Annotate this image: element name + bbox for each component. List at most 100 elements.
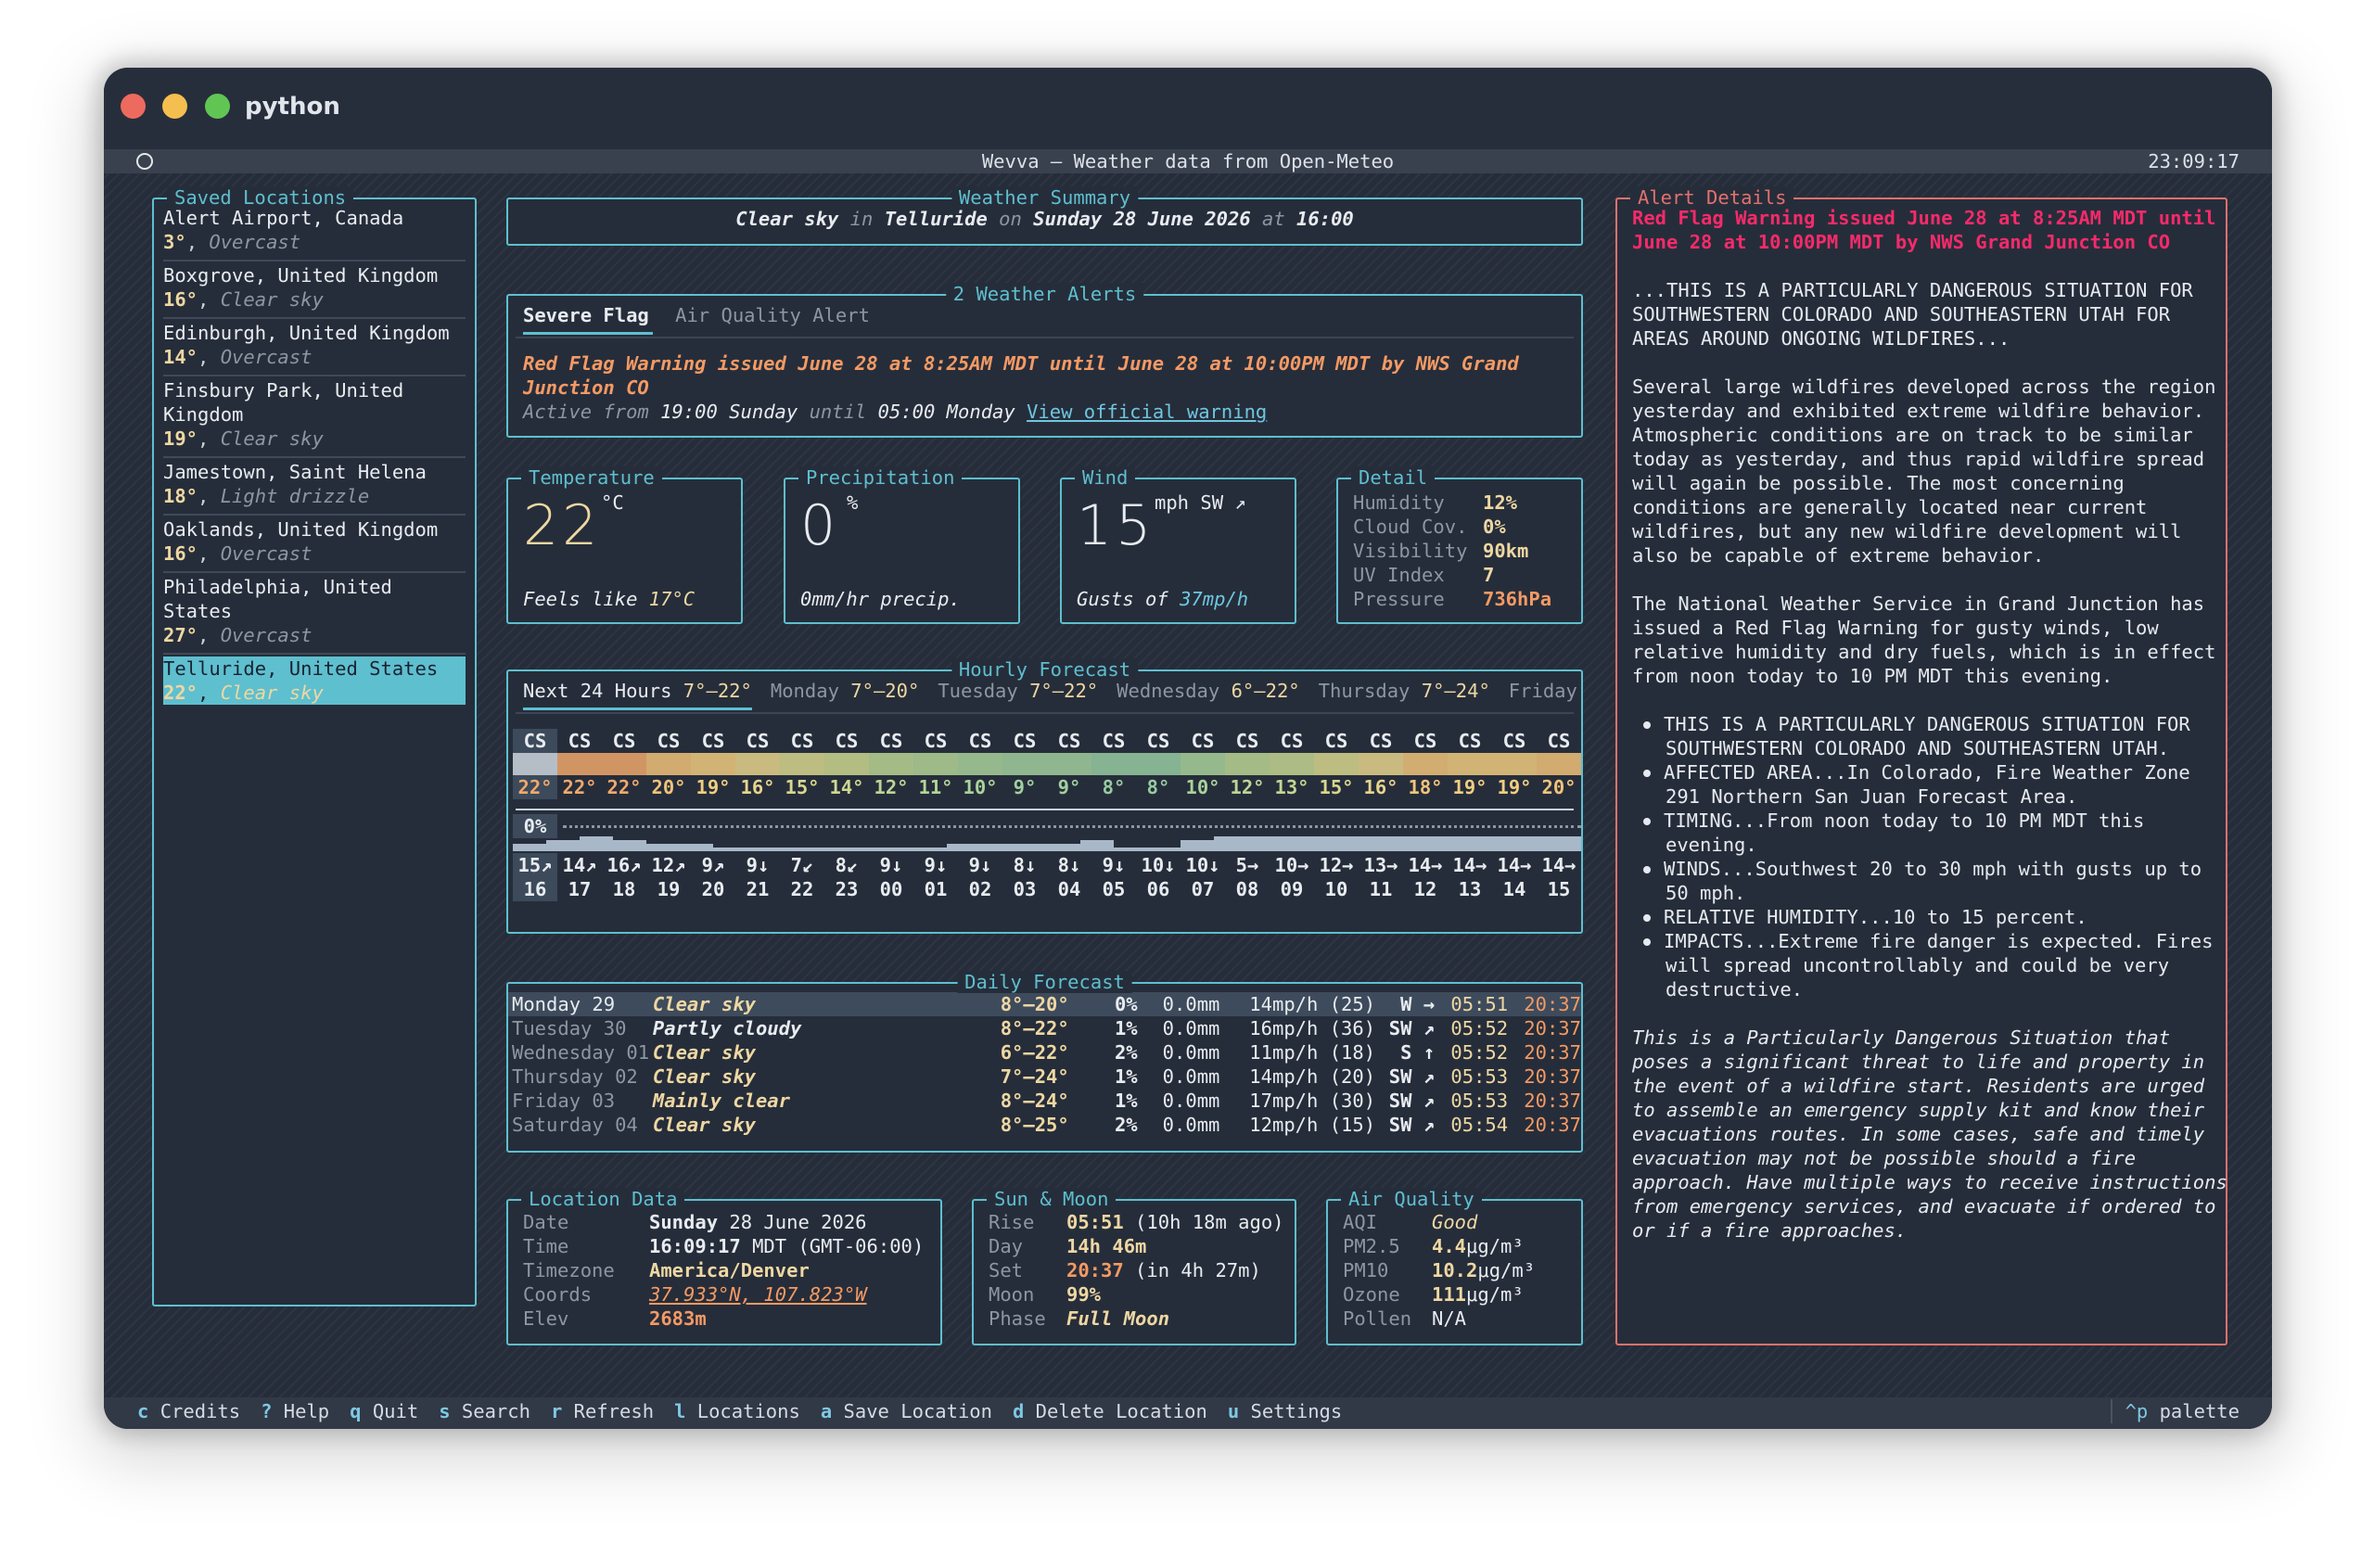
daily-row[interactable]: Friday 03 Mainly clear 8°–24° 1% 0.0mm 17mp/h… (508, 1089, 1581, 1113)
hourly-tab-range: 7°–22° (683, 680, 752, 702)
footer-key-credits[interactable]: c Credits (137, 1400, 240, 1422)
minimize-button[interactable] (162, 94, 187, 119)
hourly-hour: 10 (1324, 878, 1348, 900)
hourly-tab[interactable]: Thursday 7°–24° (1319, 679, 1490, 708)
daily-condition: Clear sky (652, 1065, 756, 1088)
footer-key-settings[interactable]: u Settings (1228, 1400, 1342, 1422)
alert-details-text[interactable]: Red Flag Warning issued June 28 at 8:25A… (1617, 199, 2227, 1243)
footer-key-refresh[interactable]: r Refresh (551, 1400, 654, 1422)
footer-label: Settings (1250, 1400, 1343, 1422)
location-separator (163, 456, 466, 458)
footer-key-locations[interactable]: l Locations (674, 1400, 800, 1422)
footer-key-help[interactable]: ? Help (261, 1400, 329, 1422)
detail-row: UV Index 7 (1353, 563, 1581, 587)
footer-key-quit[interactable]: q Quit (350, 1400, 418, 1422)
daily-row[interactable]: Thursday 02 Clear sky 7°–24° 1% 0.0mm 14mp/h … (508, 1064, 1581, 1089)
close-button[interactable] (121, 94, 146, 119)
alert-detail-headline: June 28 at 10:00PM MDT by NWS Grand Junc… (1632, 231, 2171, 253)
wind-panel: Wind 15 mph SW ↗ Gusts of 37mp/h (1060, 466, 1296, 624)
location-item[interactable]: Alert Airport, Canada 3°, Overcast (154, 206, 475, 254)
daily-sunrise: 05:52 (1450, 1041, 1509, 1064)
alert-bullet-text: destructive. (1666, 978, 1804, 1001)
alert-bullet-text: evening. (1666, 834, 1757, 856)
precip-bar (713, 848, 747, 851)
sun-key: Rise (989, 1211, 1035, 1233)
hourly-code: CS (513, 729, 557, 753)
daily-row[interactable]: Wednesday 01 Clear sky 6°–22° 2% 0.0mm 11mp/h… (508, 1040, 1581, 1064)
hourly-temp: 15° (785, 776, 820, 798)
wind-gusts: Gusts of 37mp/h (1077, 588, 1249, 610)
hourly-tab-range: 7°–24° (1421, 680, 1490, 702)
hourly-tab[interactable]: Friday (1509, 679, 1577, 708)
location-item[interactable]: Oaklands, United Kingdom 16°, Overcast (154, 517, 475, 566)
hourly-temp: 9° (1013, 776, 1037, 798)
daily-sunrise: 05:53 (1450, 1090, 1509, 1112)
daily-row[interactable]: Tuesday 30 Partly cloudy 8°–22° 1% 0.0mm 16mp… (508, 1016, 1581, 1040)
precip-bar (613, 840, 646, 851)
sun-value: 20:37 (1066, 1259, 1124, 1281)
hourly-wind: 10↓ (1141, 854, 1176, 876)
hourly-hour: 12 (1413, 878, 1437, 900)
daily-day: Monday 29 (512, 993, 616, 1015)
daily-wind: 16mp/h (36) (1249, 1017, 1376, 1039)
location-value[interactable]: 37.933°N, 107.823°W (649, 1282, 867, 1307)
hourly-tab[interactable]: Wednesday 6°–22° (1117, 679, 1300, 708)
daily-forecast-panel: Daily Forecast Monday 29 Clear sky 8°–20° 0… (506, 971, 1583, 1153)
air-unit: μg/m³ (1466, 1283, 1524, 1306)
maximize-button[interactable] (205, 94, 230, 119)
temperature-value: 22 (523, 493, 602, 558)
hourly-code: CS (924, 730, 948, 752)
hourly-hour: 18 (612, 878, 636, 900)
hourly-code: CS (701, 730, 725, 752)
air-key: PM2.5 (1343, 1235, 1400, 1257)
location-item[interactable]: Jamestown, Saint Helena 18°, Light drizzl… (154, 460, 475, 508)
alert-bullet-line: TIMING...From noon today to 10 PM MDT th… (1632, 809, 2226, 833)
tab-severe-flag[interactable]: Severe Flag (523, 303, 653, 335)
air-rows: AQI Good PM2.5 4.4 μg/m³ PM10 10.2 μg/m³ Ozone 11… (1328, 1201, 1581, 1331)
command-palette-button[interactable]: ^p palette (2110, 1399, 2240, 1423)
tab-air-quality-alert[interactable]: Air Quality Alert (675, 304, 870, 326)
hourly-tab[interactable]: Tuesday 7°–22° (938, 679, 1098, 708)
bullet-icon (1643, 770, 1651, 777)
air-quality-label: Air Quality (1341, 1188, 1482, 1210)
hourly-hour: 09 (1280, 878, 1304, 900)
daily-range: 7°–24° (1000, 1065, 1069, 1088)
alert-headline: Red Flag Warning issued June 28 at 8:25A… (523, 352, 1519, 375)
location-item[interactable]: Edinburgh, United Kingdom 14°, Overcast (154, 321, 475, 369)
location-key: Coords (523, 1283, 593, 1306)
hourly-wind: 14→ (1497, 854, 1532, 876)
footer-key-save-location[interactable]: a Save Location (821, 1400, 992, 1422)
footer-key-search[interactable]: s Search (439, 1400, 530, 1422)
daily-row[interactable]: Monday 29 Clear sky 8°–20° 0% 0.0mm 14mp/h (2… (508, 992, 1581, 1016)
hourly-code: CS (1102, 730, 1126, 752)
precip-bar (947, 844, 980, 851)
location-item[interactable]: Finsbury Park, United Kingdom 19°, Clear s… (154, 378, 475, 451)
view-warning-link[interactable]: View official warning (1027, 401, 1267, 423)
air-value: 10.2 (1432, 1259, 1478, 1281)
hourly-hour: 19 (657, 878, 681, 900)
alert-bullet-line: RELATIVE HUMIDITY...10 to 15 percent. (1632, 905, 2226, 929)
location-separator (163, 653, 466, 655)
location-item[interactable]: Philadelphia, United States 27°, Overcast (154, 575, 475, 647)
footer-key: d (1012, 1400, 1025, 1422)
alert-bullet-text: RELATIVE HUMIDITY...10 to 15 percent. (1664, 906, 2087, 928)
sun-value: 05:51 (1066, 1211, 1124, 1233)
location-condition: Overcast (220, 624, 313, 646)
detail-row: Humidity 12% (1353, 491, 1581, 515)
detail-value: 7 (1483, 564, 1495, 586)
footer-key-delete-location[interactable]: d Delete Location (1013, 1400, 1207, 1422)
precip-bar (1281, 836, 1314, 851)
footer-key: a (820, 1400, 833, 1422)
hourly-code: CS (1280, 730, 1304, 752)
footer-label: Credits (160, 1400, 241, 1422)
location-item[interactable]: Boxgrove, United Kingdom 16°, Clear sky (154, 263, 475, 312)
precip-bar (913, 848, 947, 851)
hourly-tab[interactable]: Next 24 Hours 7°–22° (523, 679, 752, 710)
air-value: 4.4 (1432, 1235, 1467, 1257)
hourly-hour: 14 (1502, 878, 1526, 900)
daily-row[interactable]: Saturday 04 Clear sky 8°–25° 2% 0.0mm 12mp/h … (508, 1113, 1581, 1137)
daily-range: 8°–25° (1000, 1114, 1069, 1136)
hourly-tab[interactable]: Monday 7°–20° (771, 679, 919, 708)
hourly-tab-day: Next 24 Hours (523, 680, 672, 702)
location-item[interactable]: Telluride, United States 22°, Clear sky (163, 657, 466, 705)
